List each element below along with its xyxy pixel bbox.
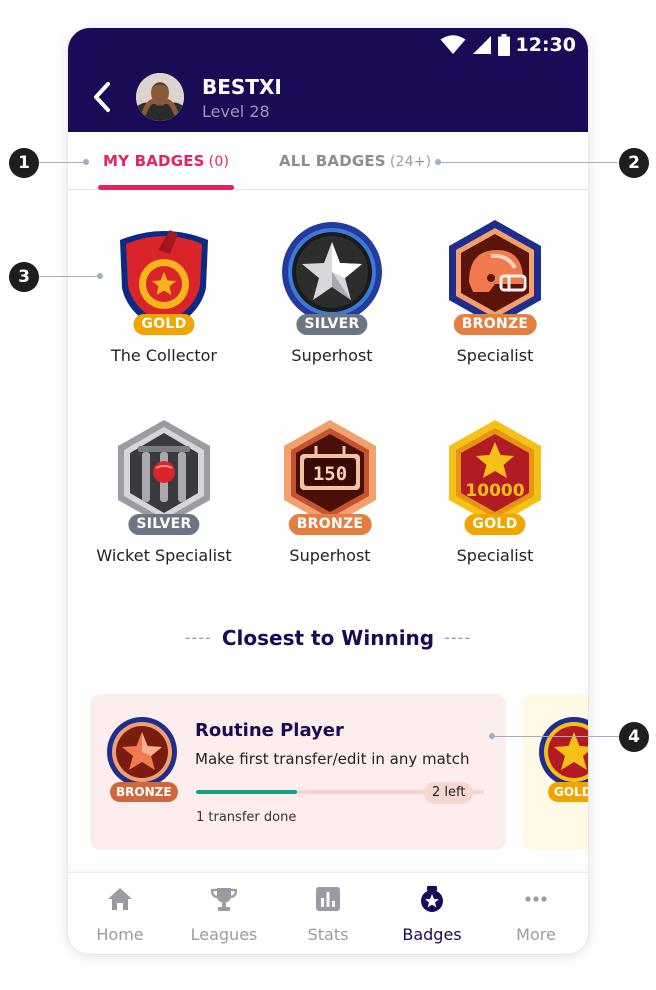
nav-more-label: More bbox=[516, 925, 556, 944]
callout-leader-4 bbox=[492, 736, 620, 737]
cell-signal-icon bbox=[472, 36, 491, 54]
tier-badge: GOLD bbox=[133, 314, 195, 335]
tier-badge: BRONZE bbox=[110, 782, 178, 802]
badge-name: Specialist bbox=[456, 546, 534, 565]
badge-card[interactable]: SILVER Wicket Specialist bbox=[84, 420, 244, 580]
badge-card[interactable]: 10000 GOLD Specialist bbox=[415, 420, 575, 580]
badge-tabs: MY BADGES (0) ALL BADGES (24+) bbox=[68, 132, 588, 190]
callout-marker-2: 2 bbox=[619, 148, 649, 178]
tab-all-badges[interactable]: ALL BADGES (24+) bbox=[279, 152, 431, 170]
avatar[interactable] bbox=[136, 73, 184, 121]
progress-card-next[interactable]: GOLD bbox=[522, 694, 588, 850]
tab-my-badges[interactable]: MY BADGES (0) bbox=[103, 152, 229, 170]
nav-stats-label: Stats bbox=[307, 925, 349, 944]
closest-title: Closest to Winning bbox=[221, 626, 435, 650]
star-medal-icon bbox=[107, 717, 177, 787]
done-text: 1 transfer done bbox=[196, 810, 297, 825]
home-icon bbox=[108, 888, 132, 910]
badge-card[interactable]: BRONZE Specialist bbox=[415, 220, 575, 380]
username: BESTXI bbox=[202, 75, 282, 99]
scoreboard-number: 150 bbox=[313, 463, 347, 485]
status-bar: 12:30 bbox=[440, 34, 576, 56]
nav-leagues-label: Leagues bbox=[190, 925, 258, 944]
nav-badges-label: Badges bbox=[402, 925, 462, 944]
tab-all-badges-count: (24+) bbox=[389, 154, 432, 170]
badge-card[interactable]: SILVER Superhost bbox=[252, 220, 412, 380]
tab-all-badges-label: ALL BADGES bbox=[279, 152, 386, 170]
callout-dot-4 bbox=[489, 733, 495, 739]
tier-badge: GOLD bbox=[548, 782, 588, 802]
tab-my-badges-count: (0) bbox=[208, 154, 230, 170]
nav-home[interactable]: Home bbox=[68, 873, 172, 954]
app-header: 12:30 BESTXI Level 28 bbox=[68, 28, 588, 132]
nav-home-label: Home bbox=[96, 925, 144, 944]
tier-badge: BRONZE bbox=[453, 314, 537, 335]
badge-name: Wicket Specialist bbox=[96, 546, 232, 565]
wifi-icon bbox=[440, 35, 466, 54]
badge-name: Specialist bbox=[456, 346, 534, 365]
phone-frame: 12:30 BESTXI Level 28 MY BADGES (0) ALL B… bbox=[68, 28, 588, 954]
score-number: 10000 bbox=[465, 481, 524, 501]
trophy-icon bbox=[210, 888, 238, 911]
user-level: Level 28 bbox=[202, 102, 270, 121]
back-arrow-icon[interactable] bbox=[90, 80, 114, 114]
active-tab-indicator bbox=[98, 185, 234, 190]
badge-name: Superhost bbox=[289, 546, 371, 565]
progress-fill bbox=[196, 790, 297, 794]
title-dash-left: ---- bbox=[184, 628, 212, 647]
callout-marker-4: 4 bbox=[619, 722, 649, 752]
badge-card[interactable]: 150 BRONZE Superhost bbox=[250, 420, 410, 580]
title-dash-right: ---- bbox=[444, 628, 472, 647]
callout-marker-1: 1 bbox=[9, 148, 39, 178]
badge-name: The Collector bbox=[111, 346, 217, 365]
nav-more[interactable]: More bbox=[484, 873, 588, 954]
battery-icon bbox=[497, 34, 510, 56]
bar-chart-icon bbox=[316, 887, 340, 911]
user-photo-icon bbox=[136, 73, 184, 121]
progress-card[interactable]: BRONZE Routine Player Make first transfe… bbox=[90, 694, 506, 850]
tier-badge: SILVER bbox=[296, 314, 368, 335]
callout-dot-3 bbox=[97, 273, 103, 279]
badge-card[interactable]: GOLD The Collector bbox=[84, 220, 244, 380]
tab-my-badges-label: MY BADGES bbox=[103, 152, 205, 170]
callout-leader-1 bbox=[38, 162, 86, 163]
bottom-nav: Home Leagues Stats Badges More bbox=[68, 872, 588, 954]
nav-badges[interactable]: Badges bbox=[380, 873, 484, 954]
badge-name: Superhost bbox=[291, 346, 373, 365]
remaining-pill: 2 left bbox=[424, 782, 474, 804]
card-description: Make first transfer/edit in any match bbox=[195, 750, 470, 768]
tier-badge: SILVER bbox=[128, 514, 200, 535]
card-title: Routine Player bbox=[195, 720, 344, 741]
callout-dot-1 bbox=[83, 159, 89, 165]
callout-marker-3: 3 bbox=[9, 262, 39, 292]
callout-leader-3 bbox=[38, 276, 100, 277]
status-time: 12:30 bbox=[515, 34, 576, 56]
tier-badge: GOLD bbox=[464, 514, 526, 535]
callout-dot-2 bbox=[435, 159, 441, 165]
more-dots-icon bbox=[525, 896, 547, 902]
badge-icon bbox=[421, 886, 443, 912]
nav-stats[interactable]: Stats bbox=[276, 873, 380, 954]
section-title: ---- Closest to Winning ---- bbox=[68, 626, 588, 650]
tier-badge: BRONZE bbox=[288, 514, 372, 535]
gold-star-medal-icon bbox=[539, 717, 588, 787]
nav-leagues[interactable]: Leagues bbox=[172, 873, 276, 954]
callout-leader-2 bbox=[438, 162, 618, 163]
